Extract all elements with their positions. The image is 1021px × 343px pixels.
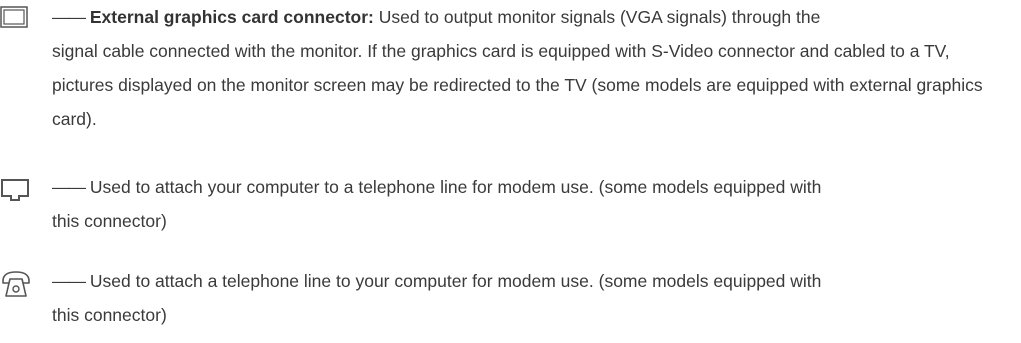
modem-port-icon	[0, 178, 40, 218]
em-dash: ——	[52, 177, 86, 197]
em-dash: ——	[52, 7, 86, 27]
description-text: this connector)	[52, 305, 167, 325]
graphics-connector-description: —— External graphics card connector: Use…	[52, 0, 1012, 136]
description-line: Used to attach your computer to a teleph…	[85, 177, 822, 197]
description-text: this connector)	[52, 211, 167, 231]
telephone-connector-description: —— Used to attach a telephone line to yo…	[52, 264, 1012, 332]
monitor-port-icon	[0, 6, 40, 46]
description-line: Used to output monitor signals (VGA sign…	[373, 7, 821, 27]
modem-connector-description: —— Used to attach your computer to a tel…	[52, 170, 1012, 238]
telephone-icon	[0, 270, 40, 310]
term-heading: External graphics card connector:	[89, 7, 374, 27]
description-line: Used to attach a telephone line to your …	[85, 271, 822, 291]
em-dash: ——	[52, 271, 86, 291]
description-text: signal cable connected with the monitor.…	[52, 41, 983, 129]
